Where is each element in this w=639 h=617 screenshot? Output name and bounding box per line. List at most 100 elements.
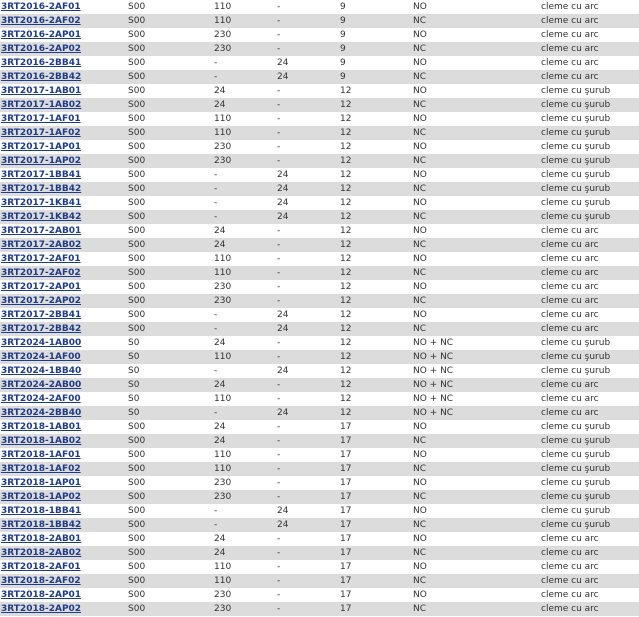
- ac-voltage-cell: 24: [214, 86, 226, 96]
- size-cell: S0: [128, 378, 214, 392]
- product-code-link[interactable]: 3RT2017-1AF02: [1, 128, 81, 138]
- product-code-link[interactable]: 3RT2017-2AP01: [1, 282, 81, 292]
- ac-voltage-cell: 24: [214, 226, 226, 236]
- product-code-link[interactable]: 3RT2016-2AF01: [1, 2, 81, 12]
- product-code-link[interactable]: 3RT2017-2AB01: [1, 226, 81, 236]
- product-code-link[interactable]: 3RT2018-1AP02: [1, 492, 81, 502]
- product-code-link[interactable]: 3RT2024-1AB00: [1, 338, 81, 348]
- ac-voltage-cell: 230: [214, 30, 232, 40]
- product-code-link[interactable]: 3RT2017-1AF01: [1, 114, 81, 124]
- product-code-link[interactable]: 3RT2017-2AP02: [1, 296, 81, 306]
- current-cell: 17: [340, 546, 413, 560]
- current-cell: 12: [340, 394, 352, 404]
- current-cell: 12: [340, 226, 352, 236]
- product-code-link[interactable]: 3RT2017-2AB02: [1, 240, 81, 250]
- ac-voltage-cell: 24: [214, 378, 277, 392]
- dc-voltage-cell: -: [277, 226, 281, 236]
- current-cell: 9: [340, 14, 413, 28]
- product-code-cell: 3RT2018-1AF01: [0, 448, 128, 462]
- product-code-link[interactable]: 3RT2016-2BB41: [1, 58, 81, 68]
- ac-voltage-cell: -: [214, 182, 277, 196]
- product-code-link[interactable]: 3RT2018-2AB01: [1, 534, 81, 544]
- dc-voltage-cell: -: [277, 422, 281, 432]
- product-code-link[interactable]: 3RT2024-2AB00: [1, 380, 81, 390]
- table-row: 3RT2016-2BB42 S00-24 9 NC cleme cu arc: [0, 70, 639, 84]
- product-code-link[interactable]: 3RT2017-2BB41: [1, 310, 81, 320]
- product-code-cell: 3RT2016-2AP02: [0, 42, 128, 56]
- ac-voltage-cell: -: [214, 58, 218, 68]
- size-cell: S00: [128, 98, 214, 112]
- product-code-cell: 3RT2018-2AB02: [0, 546, 128, 560]
- product-code-link[interactable]: 3RT2017-1KB41: [1, 198, 81, 208]
- size-cell: S00: [128, 478, 146, 488]
- terminal-type-cell: cleme cu arc: [541, 254, 599, 264]
- contact-type-cell: NC: [413, 462, 541, 476]
- product-code-link[interactable]: 3RT2018-2AF01: [1, 562, 81, 572]
- product-code-cell: 3RT2017-1KB42: [0, 210, 128, 224]
- product-code-link[interactable]: 3RT2018-1BB41: [1, 506, 81, 516]
- product-code-link[interactable]: 3RT2017-1BB42: [1, 184, 81, 194]
- terminal-type-cell: cleme cu şurub: [541, 142, 611, 152]
- size-cell: S00: [128, 2, 146, 12]
- current-cell: 17: [340, 478, 352, 488]
- contact-type-cell: NO + NC: [413, 394, 454, 404]
- product-code-link[interactable]: 3RT2024-2BB40: [1, 408, 81, 418]
- contact-type-cell: NO: [413, 534, 427, 544]
- current-cell: 17: [340, 574, 413, 588]
- product-code-link[interactable]: 3RT2018-1BB42: [1, 520, 81, 530]
- product-code-link[interactable]: 3RT2017-2BB42: [1, 324, 81, 334]
- current-cell: 17: [340, 590, 352, 600]
- product-code-link[interactable]: 3RT2024-2AF00: [1, 394, 81, 404]
- product-code-link[interactable]: 3RT2016-2AP01: [1, 30, 81, 40]
- contact-type-cell: NC: [413, 546, 541, 560]
- product-code-link[interactable]: 3RT2018-2AB02: [1, 548, 81, 558]
- product-code-link[interactable]: 3RT2018-1AB02: [1, 436, 81, 446]
- dc-voltage-cell: -: [277, 2, 281, 12]
- current-cell: 17: [340, 534, 352, 544]
- contact-type-cell: NC: [413, 182, 541, 196]
- dc-voltage-cell: -: [277, 30, 281, 40]
- product-code-link[interactable]: 3RT2024-1AF00: [1, 352, 81, 362]
- product-code-link[interactable]: 3RT2017-1BB41: [1, 170, 81, 180]
- product-code-link[interactable]: 3RT2016-2AF02: [1, 16, 81, 26]
- product-code-link[interactable]: 3RT2018-2AP01: [1, 590, 81, 600]
- dc-voltage-cell: 24: [277, 322, 340, 336]
- current-cell: 17: [340, 602, 413, 616]
- dc-voltage-cell: 24: [277, 70, 340, 84]
- product-code-link[interactable]: 3RT2018-1AB01: [1, 422, 81, 432]
- contact-type-cell: NO: [413, 170, 427, 180]
- current-cell: 17: [340, 506, 352, 516]
- product-code-link[interactable]: 3RT2018-2AF02: [1, 576, 81, 586]
- product-code-link[interactable]: 3RT2017-1AP01: [1, 142, 81, 152]
- contact-type-cell: NC: [413, 154, 541, 168]
- product-code-link[interactable]: 3RT2018-2AP02: [1, 604, 81, 614]
- product-code-link[interactable]: 3RT2017-1AB01: [1, 86, 81, 96]
- size-cell: S00: [128, 30, 146, 40]
- table-row: 3RT2018-1AF01 S00 110 - 17 NO cleme cu şurub: [0, 448, 639, 462]
- dc-voltage-cell: -: [277, 114, 281, 124]
- terminal-type-cell: cleme cu arc: [541, 266, 639, 280]
- product-code-link[interactable]: 3RT2017-2AF01: [1, 254, 81, 264]
- product-code-link[interactable]: 3RT2017-1AP02: [1, 156, 81, 166]
- ac-voltage-cell: -: [214, 366, 218, 376]
- product-code-link[interactable]: 3RT2018-1AF01: [1, 450, 81, 460]
- size-cell: S0: [128, 406, 214, 420]
- product-code-link[interactable]: 3RT2016-2BB42: [1, 72, 81, 82]
- product-code-cell: 3RT2016-2AF01: [0, 0, 128, 14]
- terminal-type-cell: cleme cu arc: [541, 70, 639, 84]
- dc-voltage-cell: -: [277, 294, 340, 308]
- product-code-link[interactable]: 3RT2017-1KB42: [1, 212, 81, 222]
- dc-voltage-cell: 24: [277, 518, 340, 532]
- table-row: 3RT2017-1AP02 S00 230-12 NC cleme cu şurub: [0, 154, 639, 168]
- dc-voltage-cell: -: [277, 254, 281, 264]
- product-code-link[interactable]: 3RT2018-1AP01: [1, 478, 81, 488]
- size-cell: S00: [128, 506, 146, 516]
- size-cell: S00: [128, 574, 214, 588]
- product-code-link[interactable]: 3RT2018-1AF02: [1, 464, 81, 474]
- product-code-link[interactable]: 3RT2017-1AB02: [1, 100, 81, 110]
- product-code-link[interactable]: 3RT2017-2AF02: [1, 268, 81, 278]
- dc-voltage-cell: 24: [277, 170, 289, 180]
- terminal-type-cell: cleme cu arc: [541, 590, 599, 600]
- product-code-link[interactable]: 3RT2016-2AP02: [1, 44, 81, 54]
- product-code-link[interactable]: 3RT2024-1BB40: [1, 366, 81, 376]
